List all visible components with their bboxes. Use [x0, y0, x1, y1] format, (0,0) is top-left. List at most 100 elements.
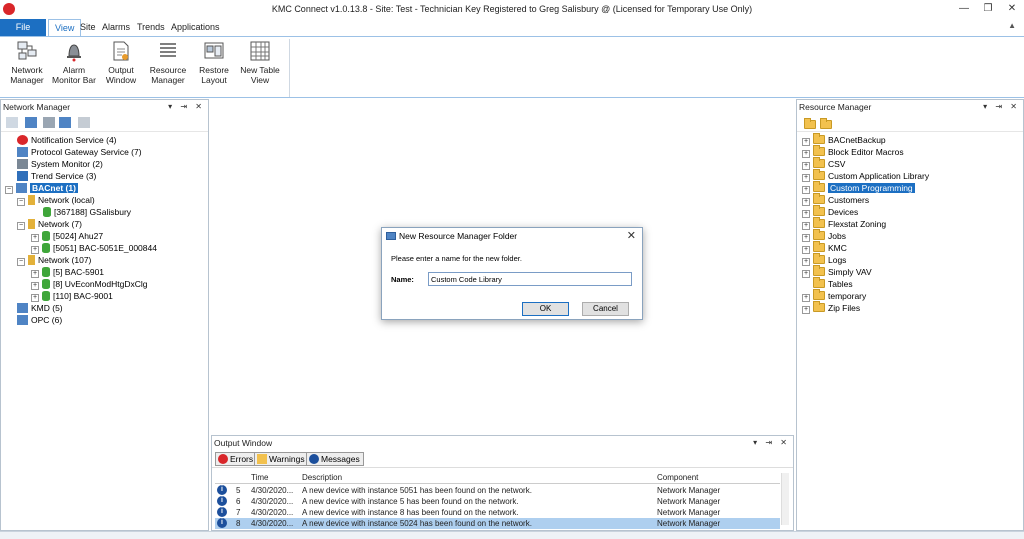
- column-time[interactable]: Time: [251, 473, 268, 482]
- output-cell-desc: A new device with instance 5051 has been…: [302, 486, 532, 495]
- expand-icon[interactable]: +: [802, 246, 810, 254]
- delete-icon[interactable]: [78, 117, 90, 128]
- output-scrollbar[interactable]: [781, 473, 789, 525]
- ribbon-collapse-icon[interactable]: ▲: [1008, 21, 1016, 30]
- resource-folder-item[interactable]: +Tables: [802, 277, 853, 290]
- folder-icon: [813, 157, 825, 168]
- tree-item[interactable]: + [5051] BAC-5051E_000844: [31, 242, 157, 254]
- resource-folder-item[interactable]: + temporary: [802, 289, 866, 302]
- expand-icon[interactable]: +: [802, 306, 810, 314]
- properties-icon[interactable]: [59, 117, 71, 128]
- resource-folder-item[interactable]: + KMC: [802, 241, 847, 254]
- network-manager-label-1: Network: [11, 65, 43, 75]
- collapse-icon[interactable]: −: [5, 186, 13, 194]
- tab-file[interactable]: File: [0, 19, 46, 36]
- expand-icon[interactable]: +: [802, 234, 810, 242]
- minimize-button[interactable]: —: [952, 1, 976, 17]
- output-row[interactable]: i 8 4/30/2020... A new device with instance…: [215, 518, 780, 529]
- new-table-view-button[interactable]: New Table View: [237, 40, 283, 94]
- collapse-icon[interactable]: −: [17, 222, 25, 230]
- expand-icon[interactable]: +: [31, 270, 39, 278]
- connect-icon[interactable]: [6, 117, 18, 128]
- resource-manager-button[interactable]: Resource Manager: [145, 40, 191, 94]
- tree-item[interactable]: + [5] BAC-5901: [31, 266, 104, 278]
- expand-icon[interactable]: +: [802, 198, 810, 206]
- new-folder-dialog: New Resource Manager Folder ✕ Please ent…: [381, 227, 643, 320]
- tree-item[interactable]: + [110] BAC-9001: [31, 290, 113, 302]
- tree-item[interactable]: [367188] GSalisbury: [43, 206, 131, 218]
- folder-label: CSV: [828, 159, 846, 169]
- restore-button[interactable]: ❐: [976, 1, 1000, 17]
- tree-item[interactable]: Protocol Gateway Service (7): [17, 146, 142, 158]
- tree-item[interactable]: System Monitor (2): [17, 158, 103, 170]
- expand-icon[interactable]: +: [31, 282, 39, 290]
- expand-icon[interactable]: +: [802, 150, 810, 158]
- expand-icon[interactable]: +: [802, 162, 810, 170]
- list-icon[interactable]: [43, 117, 55, 128]
- resource-folder-item[interactable]: + Devices: [802, 205, 858, 218]
- output-cell-comp: Network Manager: [657, 486, 721, 495]
- output-row[interactable]: i 6 4/30/2020... A new device with instance…: [215, 496, 780, 507]
- panel-controls-icon[interactable]: ▾ ⇥ ✕: [753, 436, 790, 450]
- expand-icon[interactable]: +: [31, 294, 39, 302]
- close-button[interactable]: ✕: [1000, 1, 1024, 17]
- tree-item[interactable]: − Network (local): [17, 194, 95, 206]
- output-cell-comp: Network Manager: [657, 508, 721, 517]
- expand-icon[interactable]: +: [802, 222, 810, 230]
- tree-item[interactable]: OPC (6): [17, 314, 62, 326]
- open-folder-icon[interactable]: [820, 118, 832, 129]
- folder-name-input[interactable]: [428, 272, 632, 286]
- expand-icon[interactable]: +: [802, 174, 810, 182]
- alarm-monitor-bar-button[interactable]: Alarm Monitor Bar: [51, 40, 97, 94]
- dialog-close-button[interactable]: ✕: [627, 229, 636, 242]
- expand-icon[interactable]: +: [802, 210, 810, 218]
- resource-folder-item[interactable]: + Logs: [802, 253, 846, 266]
- collapse-icon[interactable]: −: [17, 258, 25, 266]
- table-grid-icon: [250, 41, 270, 61]
- output-window-header: Output Window ▾ ⇥ ✕: [212, 436, 793, 450]
- new-folder-icon[interactable]: [804, 118, 816, 129]
- resource-folder-item[interactable]: + CSV: [802, 157, 846, 170]
- tab-alarms[interactable]: Alarms: [96, 19, 136, 36]
- network-manager-button[interactable]: Network Manager: [4, 40, 50, 94]
- discover-icon[interactable]: [25, 117, 37, 128]
- output-row[interactable]: i 7 4/30/2020... A new device with instance…: [215, 507, 780, 518]
- tree-item[interactable]: + [8] UvEconModHtgDxClg: [31, 278, 147, 290]
- tree-item[interactable]: Notification Service (4): [17, 134, 117, 146]
- output-row[interactable]: i 5 4/30/2020... A new device with instance…: [215, 485, 780, 496]
- output-window-panel: Output Window ▾ ⇥ ✕ Errors Warnings Mess…: [211, 435, 794, 531]
- errors-filter-button[interactable]: Errors: [215, 452, 258, 466]
- tree-item[interactable]: + [5024] Ahu27: [31, 230, 103, 242]
- expand-icon[interactable]: +: [802, 186, 810, 194]
- tab-applications[interactable]: Applications: [165, 19, 226, 36]
- resource-folder-item[interactable]: + Jobs: [802, 229, 846, 242]
- panel-controls-icon[interactable]: ▾ ⇥ ✕: [983, 100, 1020, 114]
- column-description[interactable]: Description: [302, 473, 342, 482]
- expand-icon[interactable]: +: [31, 246, 39, 254]
- ok-button[interactable]: OK: [522, 302, 569, 316]
- alarm-monitor-label-1: Alarm: [62, 65, 86, 75]
- tree-item[interactable]: KMD (5): [17, 302, 63, 314]
- tree-item[interactable]: − Network (107): [17, 254, 91, 266]
- expand-icon[interactable]: +: [802, 258, 810, 266]
- column-component[interactable]: Component: [657, 473, 698, 482]
- expand-icon[interactable]: +: [802, 270, 810, 278]
- tree-item[interactable]: − Network (7): [17, 218, 82, 230]
- expand-icon[interactable]: +: [802, 294, 810, 302]
- restore-layout-label-1: Restore: [199, 65, 229, 75]
- collapse-icon[interactable]: −: [17, 198, 25, 206]
- resource-folder-item[interactable]: + Custom Application Library: [802, 169, 929, 182]
- tree-item[interactable]: Trend Service (3): [17, 170, 96, 182]
- messages-filter-button[interactable]: Messages: [306, 452, 364, 466]
- expand-icon[interactable]: +: [31, 234, 39, 242]
- resource-folder-item[interactable]: + Zip Files: [802, 301, 860, 314]
- panel-controls-icon[interactable]: ▾ ⇥ ✕: [168, 100, 205, 114]
- tree-item-bacnet[interactable]: − BACnet (1): [5, 182, 78, 194]
- expand-icon[interactable]: +: [802, 138, 810, 146]
- device-icon: [42, 291, 50, 301]
- restore-layout-button[interactable]: Restore Layout: [191, 40, 237, 94]
- output-window-button[interactable]: Output Window: [98, 40, 144, 94]
- output-cell-num: 5: [236, 486, 241, 495]
- cancel-button[interactable]: Cancel: [582, 302, 629, 316]
- warnings-filter-button[interactable]: Warnings: [254, 452, 309, 466]
